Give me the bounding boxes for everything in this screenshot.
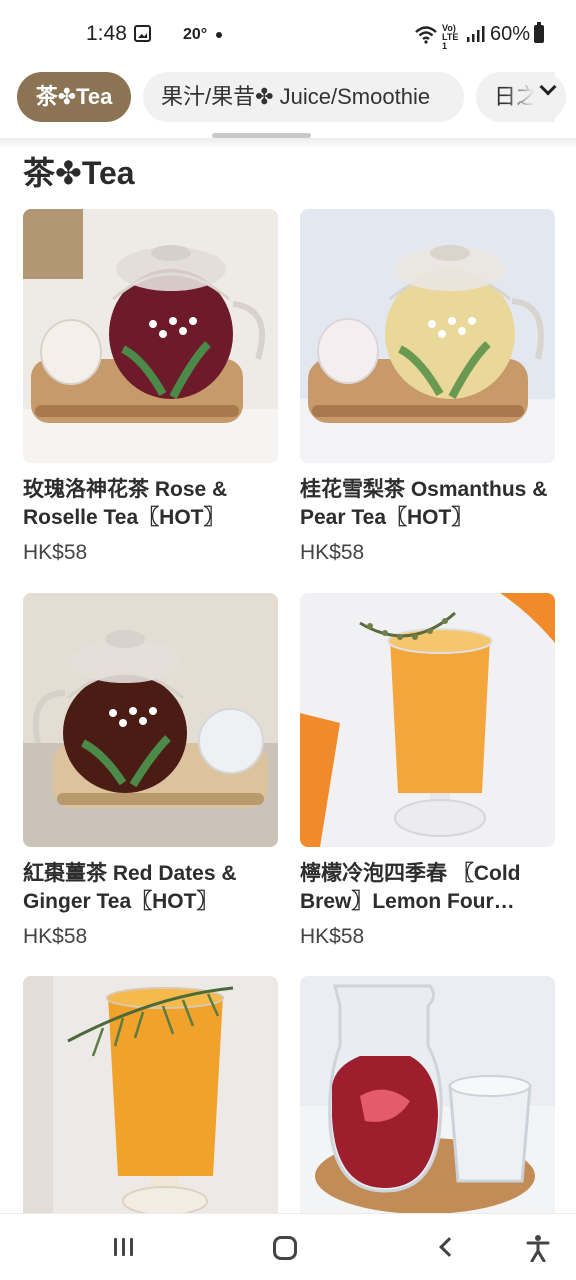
recent-apps-icon[interactable] [113, 1236, 135, 1258]
back-icon[interactable] [439, 1237, 459, 1257]
product-card[interactable]: 桂花雪梨茶 Osmanthus & Pear Tea〖HOT〗 HK$58 [300, 209, 555, 565]
product-price: HK$58 [23, 925, 88, 948]
product-name[interactable]: 檸檬冷泡四季春 〖Cold Brew〗Lemon Four… [300, 860, 555, 916]
navigation-bar [0, 1213, 576, 1280]
product-name[interactable]: 紅棗薑茶 Red Dates & Ginger Tea〖HOT〗 [23, 860, 278, 916]
wifi-icon [415, 26, 437, 44]
status-temperature: 20° [183, 26, 208, 43]
product-card[interactable] [23, 976, 278, 1213]
section-title: 茶✤Tea [23, 155, 135, 191]
product-image[interactable] [23, 209, 278, 463]
product-card[interactable]: 玫瑰洛神花茶 Rose & Roselle Tea〖HOT〗 HK$58 [23, 209, 278, 565]
home-icon[interactable] [273, 1236, 297, 1260]
product-image[interactable] [300, 976, 555, 1213]
category-tabs: 茶✤Tea 果汁/果昔✤ Juice/Smoothie 日之 [0, 64, 576, 136]
product-price: HK$58 [300, 541, 365, 564]
product-price: HK$58 [300, 925, 365, 948]
product-card[interactable] [300, 976, 555, 1213]
product-name[interactable]: 桂花雪梨茶 Osmanthus & Pear Tea〖HOT〗 [300, 476, 555, 532]
battery-icon [534, 22, 544, 43]
product-image[interactable] [23, 976, 278, 1213]
tab-juice-smoothie[interactable]: 果汁/果昔✤ Juice/Smoothie [143, 72, 464, 122]
product-image[interactable] [23, 593, 278, 847]
signal-icon [467, 26, 485, 42]
tab-tea[interactable]: 茶✤Tea [17, 72, 131, 122]
battery-percent: 60% [490, 23, 531, 45]
product-image[interactable] [300, 593, 555, 847]
accessibility-icon[interactable] [526, 1234, 550, 1262]
status-bar: 1:48 20° Vo) LTE1 60% [0, 0, 576, 64]
volte-indicator: Vo) LTE1 [442, 23, 459, 51]
status-time: 1:48 [86, 22, 127, 45]
notification-dot-icon [216, 32, 222, 38]
product-price: HK$58 [23, 541, 88, 564]
tabs-shadow [0, 138, 576, 148]
product-name[interactable]: 玫瑰洛神花茶 Rose & Roselle Tea〖HOT〗 [23, 476, 278, 532]
gallery-icon [134, 25, 151, 42]
product-card[interactable]: 紅棗薑茶 Red Dates & Ginger Tea〖HOT〗 HK$58 [23, 593, 278, 949]
product-card[interactable]: 檸檬冷泡四季春 〖Cold Brew〗Lemon Four… HK$58 [300, 593, 555, 949]
product-image[interactable] [300, 209, 555, 463]
